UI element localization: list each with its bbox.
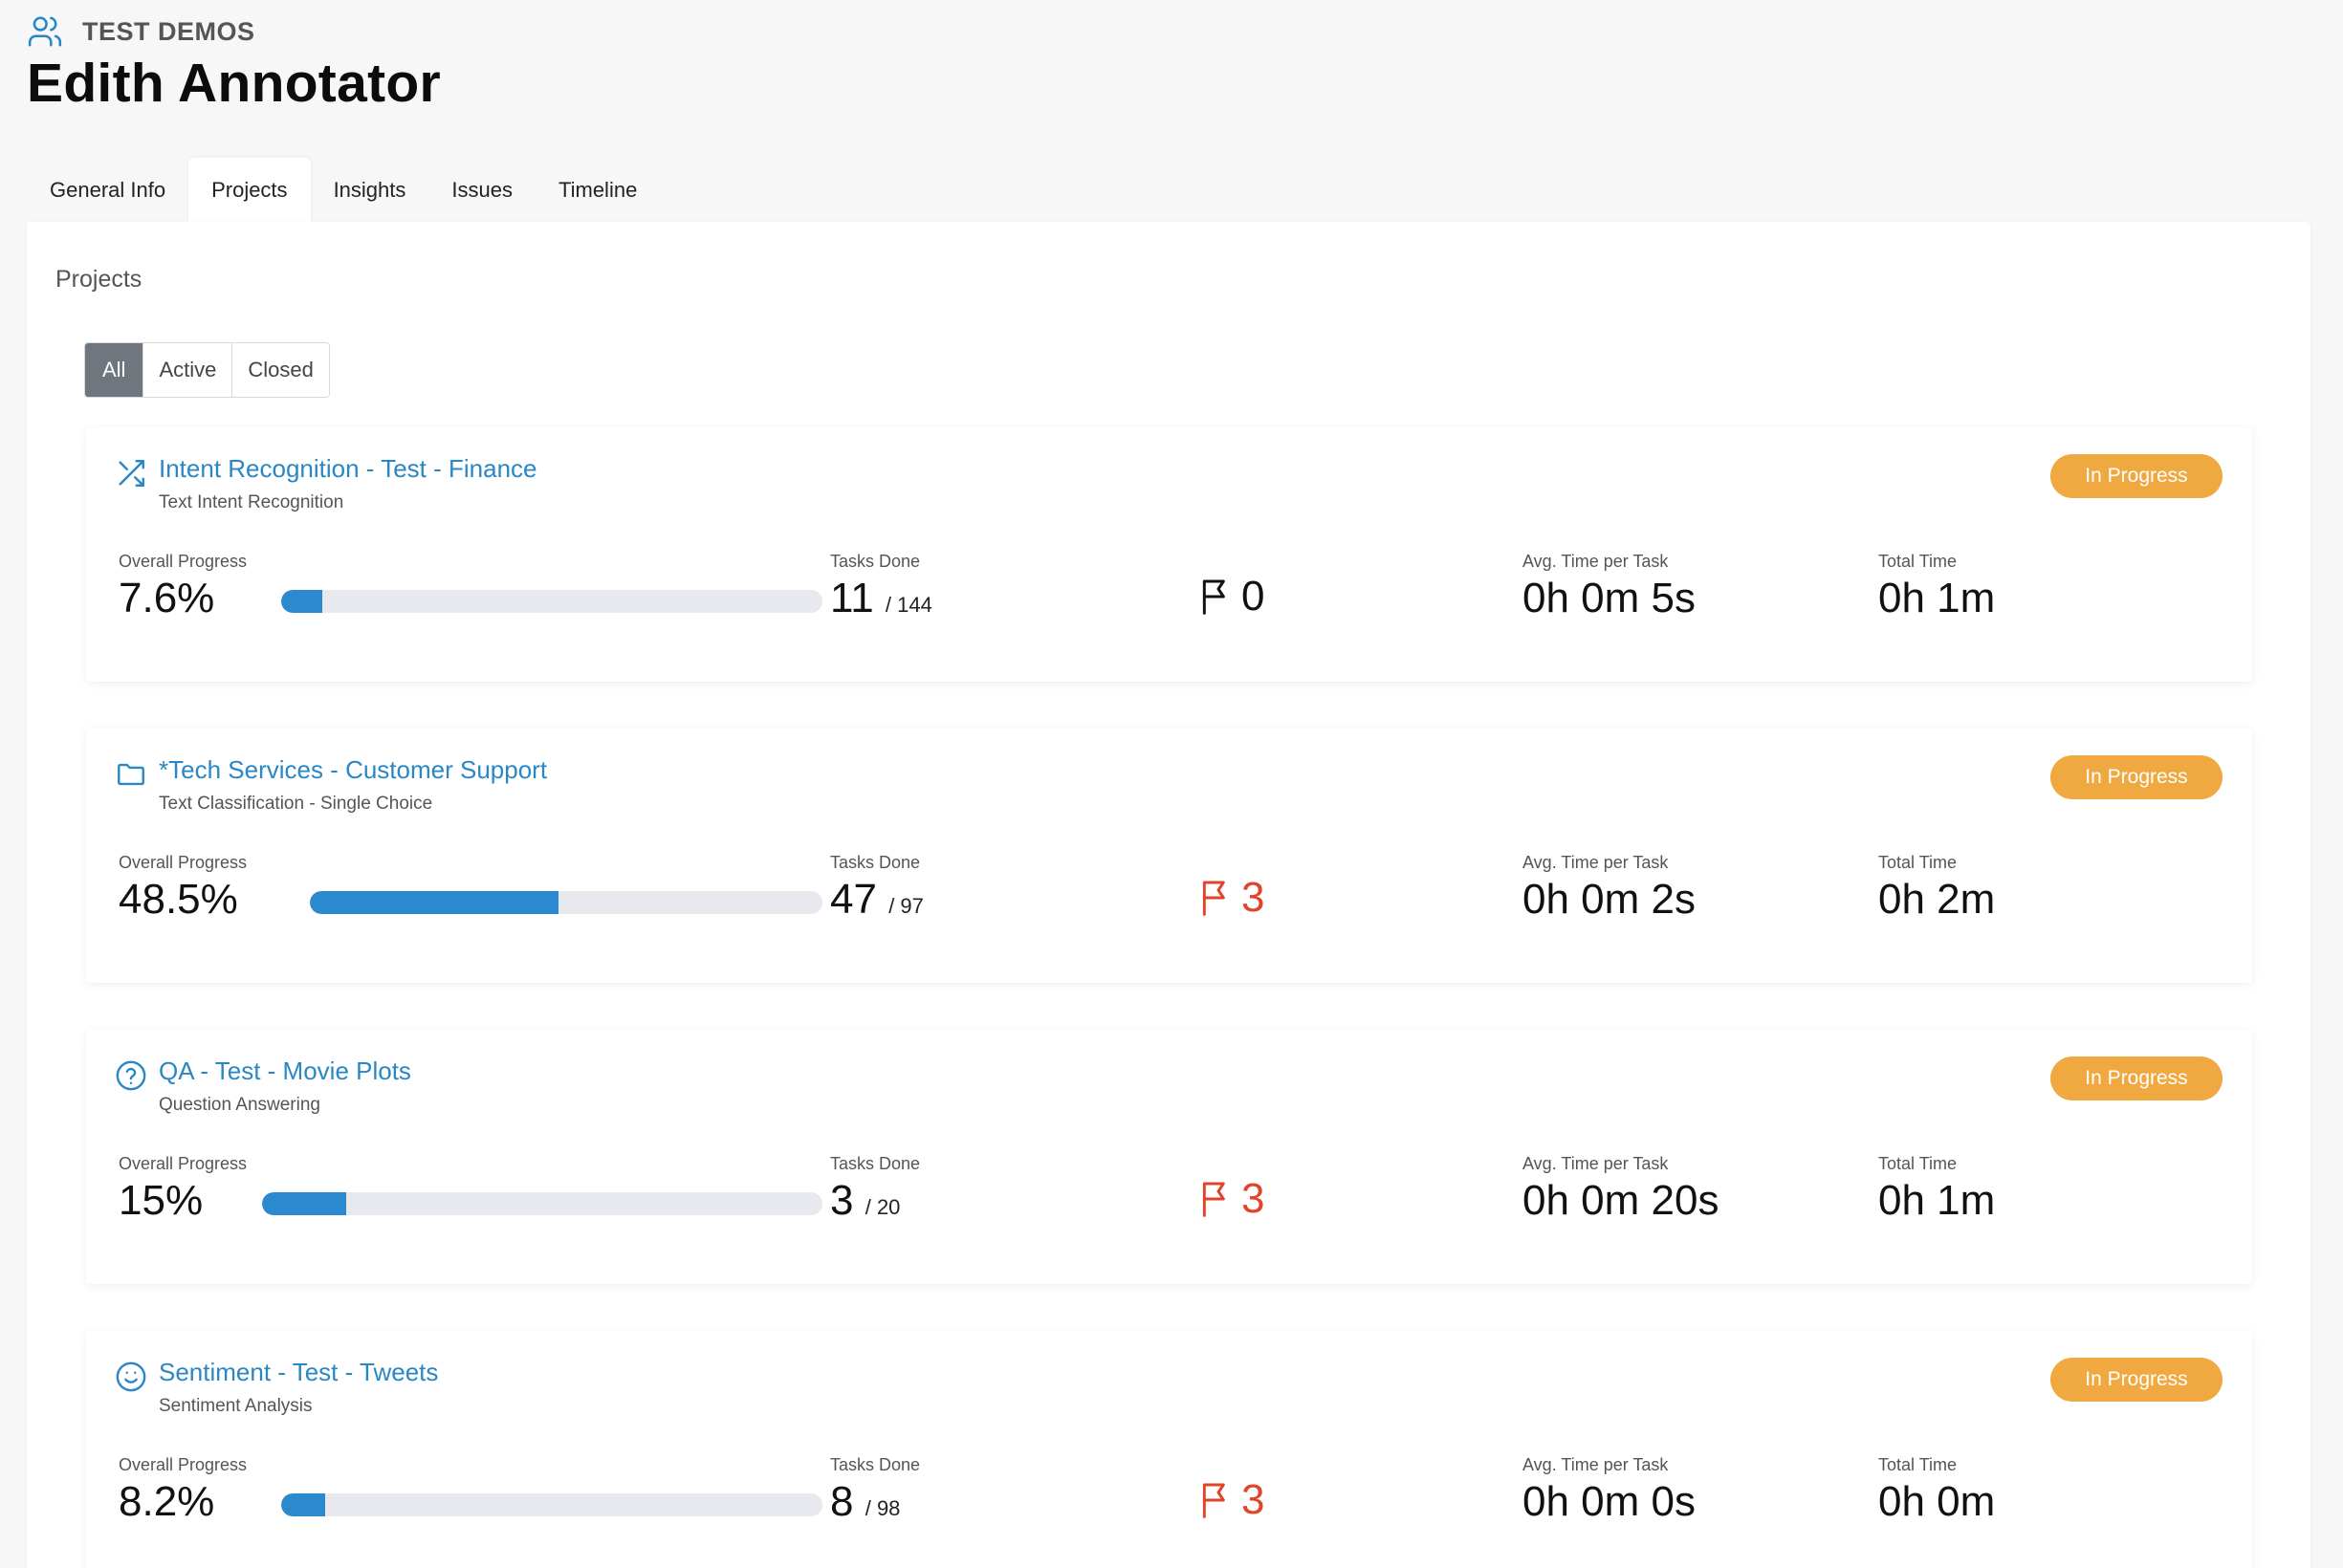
flag-icon (1202, 881, 1225, 916)
filter-all-button[interactable]: All (85, 343, 144, 397)
tasks-total: / 144 (885, 593, 932, 617)
tasks-done-label: Tasks Done (830, 853, 921, 872)
shuffle-icon (115, 457, 147, 490)
overall-progress-label: Overall Progress (119, 853, 248, 872)
flag-icon (1202, 1483, 1225, 1518)
flag-icon (1202, 579, 1225, 615)
smile-icon (115, 1361, 147, 1393)
progress-percent: 7.6% (119, 575, 215, 621)
tab-insights[interactable]: Insights (311, 158, 429, 223)
project-card: Intent Recognition - Test - Finance Text… (86, 427, 2252, 682)
org-name: TEST DEMOS (82, 16, 255, 46)
overall-progress-label: Overall Progress (119, 1455, 248, 1474)
overall-progress-label: Overall Progress (119, 552, 248, 571)
progress-bar-fill (281, 1493, 326, 1516)
filter-group: All Active Closed (84, 342, 330, 398)
issues-flag: 3 (1199, 1476, 1264, 1524)
project-card: *Tech Services - Customer Support Text C… (86, 729, 2252, 983)
tasks-done-label: Tasks Done (830, 1154, 921, 1173)
avg-time-value: 0h 0m 2s (1522, 876, 1696, 923)
overall-progress-label: Overall Progress (119, 1154, 248, 1173)
flag-count: 3 (1241, 1476, 1265, 1523)
progress-bar-fill (262, 1192, 346, 1215)
project-type: Text Intent Recognition (159, 492, 344, 512)
avg-time-label: Avg. Time per Task (1522, 1455, 1669, 1474)
tasks-done-count: 8 (830, 1478, 854, 1525)
project-type: Sentiment Analysis (159, 1396, 313, 1416)
tasks-done-value: 47 / 97 (830, 876, 924, 924)
total-time-value: 0h 2m (1878, 876, 1996, 923)
flag-count: 3 (1241, 874, 1265, 921)
users-icon (27, 13, 63, 50)
tasks-total: / 98 (865, 1496, 901, 1520)
org-row: TEST DEMOS (27, 13, 441, 50)
avg-time-value: 0h 0m 20s (1522, 1177, 1719, 1224)
avg-time-value: 0h 0m 0s (1522, 1478, 1696, 1525)
avg-time-label: Avg. Time per Task (1522, 552, 1669, 571)
tasks-done-label: Tasks Done (830, 1455, 921, 1474)
status-badge: In Progress (2050, 1358, 2223, 1402)
total-time-label: Total Time (1878, 853, 1958, 872)
project-title-link[interactable]: Intent Recognition - Test - Finance (159, 454, 537, 484)
tasks-done-value: 11 / 144 (830, 575, 932, 622)
flag-count: 3 (1241, 1175, 1265, 1222)
progress-percent: 8.2% (119, 1478, 215, 1525)
avg-time-label: Avg. Time per Task (1522, 1154, 1669, 1173)
progress-percent: 48.5% (119, 876, 238, 923)
tab-projects[interactable]: Projects (188, 158, 311, 223)
total-time-label: Total Time (1878, 1154, 1958, 1173)
status-badge: In Progress (2050, 1056, 2223, 1100)
tasks-done-label: Tasks Done (830, 552, 921, 571)
avg-time-value: 0h 0m 5s (1522, 575, 1696, 621)
tab-issues[interactable]: Issues (428, 158, 536, 223)
progress-bar (310, 891, 822, 914)
project-card: Sentiment - Test - Tweets Sentiment Anal… (86, 1331, 2252, 1568)
project-title-link[interactable]: QA - Test - Movie Plots (159, 1056, 411, 1086)
status-badge: In Progress (2050, 755, 2223, 799)
total-time-label: Total Time (1878, 1455, 1958, 1474)
tasks-done-value: 3 / 20 (830, 1177, 900, 1225)
status-badge: In Progress (2050, 454, 2223, 498)
projects-panel: Projects All Active Closed Intent Recogn… (27, 222, 2310, 1568)
flag-count: 0 (1241, 573, 1265, 620)
issues-flag: 3 (1199, 874, 1264, 922)
progress-bar-fill (281, 590, 323, 613)
flag-icon (1202, 1182, 1225, 1217)
question-circle-icon (115, 1059, 147, 1092)
panel-title: Projects (55, 266, 142, 293)
issues-flag: 3 (1199, 1175, 1264, 1223)
progress-percent: 15% (119, 1177, 204, 1224)
tasks-done-value: 8 / 98 (830, 1478, 900, 1526)
project-type: Text Classification - Single Choice (159, 794, 433, 814)
progress-bar (281, 1493, 822, 1516)
tab-bar: General Info Projects Insights Issues Ti… (27, 158, 660, 223)
total-time-value: 0h 1m (1878, 1177, 1996, 1224)
project-title-link[interactable]: *Tech Services - Customer Support (159, 755, 547, 785)
tasks-done-count: 47 (830, 876, 877, 923)
page-header: TEST DEMOS Edith Annotator (27, 13, 441, 115)
project-title-link[interactable]: Sentiment - Test - Tweets (159, 1358, 438, 1387)
tab-general-info[interactable]: General Info (27, 158, 188, 223)
progress-bar (281, 590, 822, 613)
tasks-total: / 97 (888, 894, 924, 918)
issues-flag: 0 (1199, 573, 1264, 621)
filter-closed-button[interactable]: Closed (232, 343, 329, 397)
project-card: QA - Test - Movie Plots Question Answeri… (86, 1030, 2252, 1284)
page-title: Edith Annotator (27, 53, 441, 114)
progress-bar-fill (310, 891, 558, 914)
avg-time-label: Avg. Time per Task (1522, 853, 1669, 872)
folder-icon (115, 758, 147, 791)
tasks-done-count: 11 (830, 575, 874, 621)
progress-bar (262, 1192, 822, 1215)
project-type: Question Answering (159, 1095, 320, 1115)
total-time-value: 0h 1m (1878, 575, 1996, 621)
total-time-value: 0h 0m (1878, 1478, 1996, 1525)
tab-timeline[interactable]: Timeline (536, 158, 660, 223)
tasks-total: / 20 (865, 1195, 901, 1219)
tasks-done-count: 3 (830, 1177, 854, 1224)
filter-active-button[interactable]: Active (143, 343, 233, 397)
total-time-label: Total Time (1878, 552, 1958, 571)
